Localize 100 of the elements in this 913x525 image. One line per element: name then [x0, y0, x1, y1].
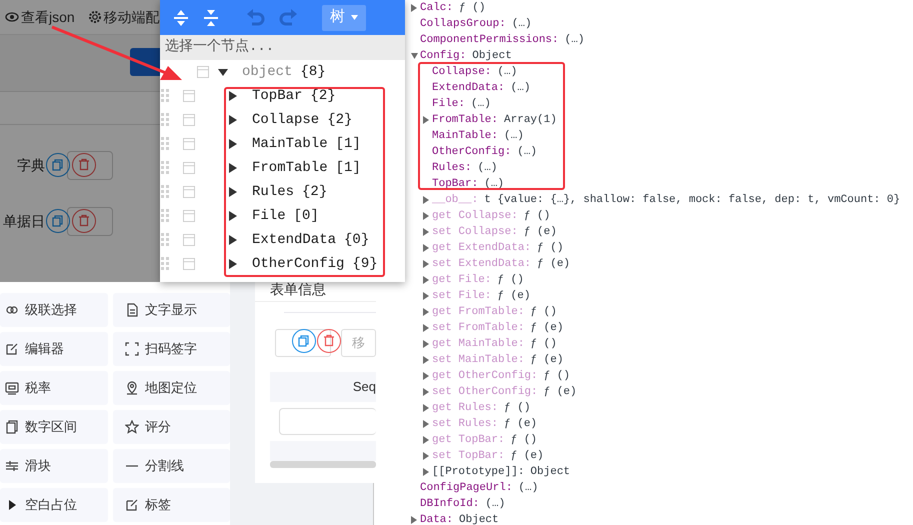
- copy-button[interactable]: [292, 329, 316, 353]
- tree-row[interactable]: Rules {2}: [160, 180, 405, 204]
- tree-row[interactable]: Collapse {2}: [160, 108, 405, 132]
- component-item[interactable]: 编辑器: [0, 332, 108, 366]
- property-key: [[Prototype]]:: [432, 464, 524, 480]
- copy-button[interactable]: [46, 153, 70, 177]
- property-key: Rules:: [432, 160, 472, 176]
- node-count: {2}: [310, 86, 336, 106]
- property-key: CollapsGroup:: [420, 16, 506, 32]
- redo-icon: [279, 8, 299, 28]
- property-value: ƒ (): [544, 369, 570, 384]
- copy-icon: [5, 420, 19, 434]
- trash-icon: [77, 214, 91, 228]
- property-value: (…): [497, 65, 518, 80]
- property-key: set OtherConfig:: [432, 384, 538, 400]
- delete-button[interactable]: [317, 329, 341, 353]
- delete-button[interactable]: [72, 209, 96, 233]
- property-value: Object: [459, 513, 499, 525]
- drag-handle-icon: [160, 89, 172, 103]
- node-count: {8}: [300, 62, 326, 82]
- property-key: get ExtendData:: [432, 240, 532, 256]
- tree-row[interactable]: File [0]: [160, 204, 405, 228]
- component-item[interactable]: 空白占位: [0, 488, 108, 522]
- property-key: MainTable:: [432, 128, 498, 144]
- tree-row[interactable]: MainTable [1]: [160, 132, 405, 156]
- input-field[interactable]: [67, 150, 113, 180]
- property-value: Object: [472, 49, 512, 64]
- node-key: Rules: [252, 182, 294, 202]
- property-value: ƒ (): [530, 305, 557, 320]
- property-value: ƒ (e): [510, 449, 544, 464]
- component-item[interactable]: 扫码签字: [113, 332, 230, 366]
- tree-row[interactable]: TopBar {2}: [160, 84, 405, 108]
- property-key: get File:: [432, 272, 492, 288]
- caret-icon: [351, 15, 358, 20]
- tree-row[interactable]: ExtendData {0}: [160, 228, 405, 252]
- copy-button[interactable]: [46, 209, 70, 233]
- property-key: Config:: [420, 48, 466, 64]
- property-value: ƒ (e): [524, 225, 557, 240]
- component-item[interactable]: 文字显示: [113, 293, 230, 327]
- property-value: ƒ (): [530, 337, 557, 352]
- edit-icon: [125, 498, 139, 512]
- property-key: get TopBar:: [432, 432, 505, 448]
- property-key: get Collapse:: [432, 208, 518, 224]
- field-label: 字典: [16, 156, 45, 174]
- scrollbar[interactable]: [270, 461, 376, 468]
- node-key: OtherConfig: [252, 254, 344, 274]
- header-link[interactable]: 查看json: [5, 6, 75, 28]
- property-key: set FromTable:: [432, 320, 524, 336]
- component-item[interactable]: 标签: [113, 488, 230, 522]
- node-count: [0]: [294, 206, 319, 226]
- property-value: (…): [510, 81, 530, 96]
- property-value: ƒ (e): [504, 417, 538, 432]
- property-key: OtherConfig:: [432, 144, 512, 160]
- property-key: set MainTable:: [432, 352, 524, 368]
- eye-icon: [5, 10, 19, 24]
- property-value: (…): [484, 177, 504, 192]
- component-item[interactable]: 滑块: [0, 449, 108, 483]
- component-item[interactable]: 数字区间: [0, 410, 108, 444]
- input-field[interactable]: [67, 206, 113, 236]
- property-key: FromTable:: [432, 112, 498, 128]
- node-count: {9}: [352, 254, 378, 274]
- tree-row[interactable]: FromTable [1]: [160, 156, 405, 180]
- drag-handle-icon: [160, 257, 172, 271]
- menu-icon: [183, 234, 195, 246]
- property-key: __ob__:: [432, 192, 478, 208]
- node-count: [1]: [336, 158, 361, 178]
- drag-handle-icon: [160, 233, 172, 247]
- property-value: Object: [530, 465, 570, 480]
- node-selector[interactable]: 选择一个节点...: [160, 35, 405, 60]
- property-key: Calc:: [420, 0, 454, 16]
- collapse-all-icon: [201, 8, 221, 28]
- property-key: ComponentPermissions:: [420, 32, 559, 48]
- trash-icon: [322, 334, 336, 348]
- node-count: {2}: [327, 110, 352, 130]
- copy-icon: [297, 334, 311, 348]
- tree-row[interactable]: object {8}: [160, 60, 405, 84]
- property-value: (…): [504, 129, 524, 144]
- property-value: ƒ (): [504, 401, 530, 416]
- node-key: object: [242, 62, 292, 82]
- component-item[interactable]: 评分: [113, 410, 230, 444]
- field-label: 单据日: [2, 212, 45, 230]
- delete-button[interactable]: [72, 153, 96, 177]
- component-item[interactable]: 税率: [0, 371, 108, 405]
- property-value: ƒ (): [497, 273, 524, 288]
- menu-icon: [183, 138, 195, 150]
- property-value: ƒ (e): [530, 353, 564, 368]
- property-key: ConfigPageUrl:: [420, 480, 512, 496]
- gear-icon: [88, 10, 102, 24]
- property-value: (…): [512, 17, 532, 32]
- property-value: ƒ (): [510, 433, 538, 448]
- menu-icon: [183, 258, 195, 270]
- component-item[interactable]: 分割线: [113, 449, 230, 483]
- header-link[interactable]: 移动端配: [88, 6, 160, 28]
- copy-icon: [51, 158, 65, 172]
- node-count: {2}: [302, 182, 328, 202]
- map-pin-icon: [125, 381, 139, 395]
- property-key: set TopBar:: [432, 448, 505, 464]
- component-item[interactable]: 级联选择: [0, 293, 108, 327]
- component-item[interactable]: 地图定位: [113, 371, 230, 405]
- drag-handle-icon: [160, 113, 172, 127]
